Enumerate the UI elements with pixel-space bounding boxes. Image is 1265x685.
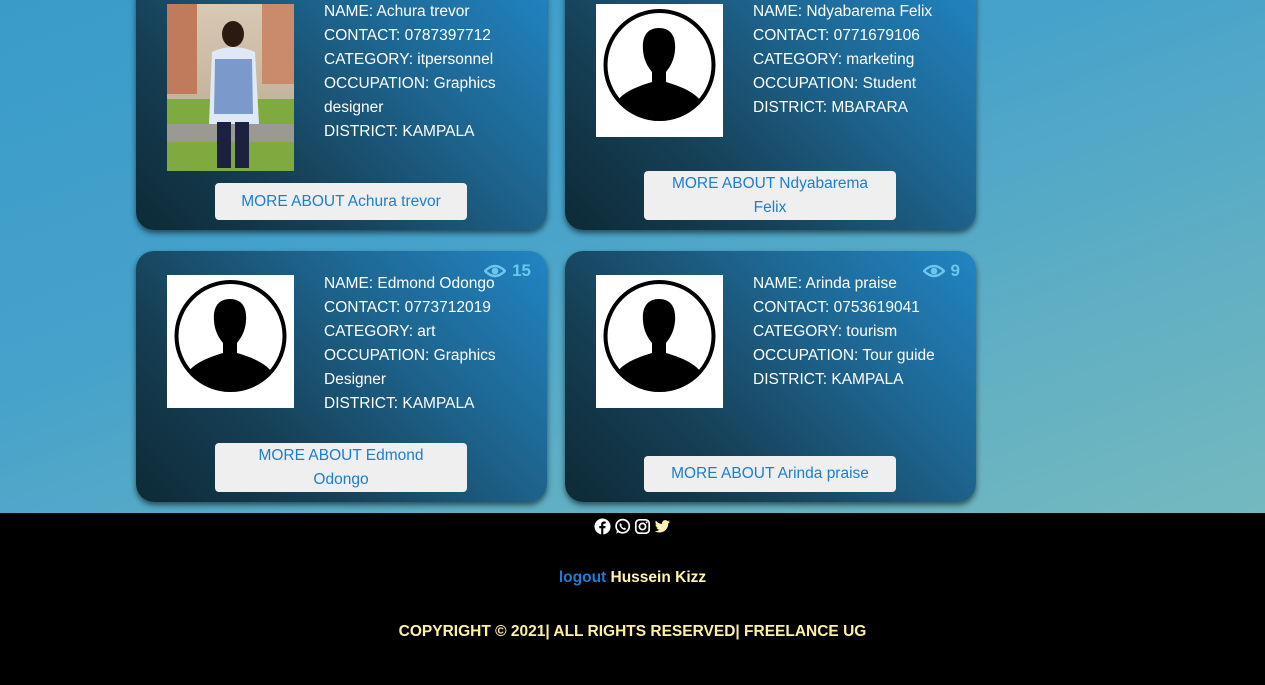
profile-card: 5 NAME: Achura trevor CONTACT: 078739771…	[136, 0, 547, 230]
profiles-section: 5 NAME: Achura trevor CONTACT: 078739771…	[0, 0, 1265, 513]
avatar-placeholder-icon	[596, 4, 723, 137]
profile-name: NAME: Arinda praise	[753, 275, 897, 292]
profile-occupation: OCCUPATION: Graphics designer	[324, 75, 496, 116]
logout-link[interactable]: logout	[559, 569, 606, 586]
profile-category: CATEGORY: art	[324, 323, 436, 340]
profile-district: DISTRICT: KAMPALA	[324, 395, 475, 412]
whatsapp-icon[interactable]	[614, 518, 631, 535]
copyright-text: COPYRIGHT © 2021| ALL RIGHTS RESERVED| F…	[398, 623, 867, 640]
profile-info: NAME: Achura trevor CONTACT: 0787397712 …	[324, 0, 539, 144]
profile-occupation: OCCUPATION: Student	[753, 75, 917, 92]
profile-district: DISTRICT: MBARARA	[753, 99, 909, 116]
profile-contact: CONTACT: 0787397712	[324, 27, 491, 44]
more-about-button[interactable]: MORE ABOUT Achura trevor	[215, 183, 467, 220]
profile-info: NAME: Ndyabarema Felix CONTACT: 07716791…	[753, 0, 968, 120]
profile-category: CATEGORY: itpersonnel	[324, 51, 494, 68]
site-footer: logout Hussein Kizz COPYRIGHT © 2021| AL…	[0, 513, 1265, 685]
profile-photo	[596, 4, 723, 137]
avatar-placeholder-icon	[167, 275, 294, 408]
twitter-icon[interactable]	[654, 518, 671, 535]
instagram-icon[interactable]	[634, 518, 651, 535]
profile-name: NAME: Edmond Odongo	[324, 275, 495, 292]
profile-contact: CONTACT: 0771679106	[753, 27, 920, 44]
profile-photo	[167, 275, 294, 408]
profile-occupation: OCCUPATION: Graphics Designer	[324, 347, 496, 388]
more-about-button[interactable]: MORE ABOUT Arinda praise	[644, 456, 896, 492]
profile-name: NAME: Achura trevor	[324, 3, 470, 20]
user-line: logout Hussein Kizz	[0, 569, 1265, 587]
profile-photo	[596, 275, 723, 408]
person-photo-image	[167, 4, 294, 171]
profile-category: CATEGORY: tourism	[753, 323, 898, 340]
profile-info: NAME: Arinda praise CONTACT: 0753619041 …	[753, 272, 968, 392]
more-about-button[interactable]: MORE ABOUT Ndyabarema Felix	[644, 171, 896, 220]
profile-card: 15 NAME: Edmond Odongo CONTACT: 07737120…	[136, 251, 547, 502]
profile-card: 20 NAME: Ndyabarema Felix CONTACT: 07716…	[565, 0, 976, 230]
profile-card: 9 NAME: Arinda praise CONTACT: 075361904…	[565, 251, 976, 502]
social-links	[0, 518, 1265, 535]
profile-contact: CONTACT: 0773712019	[324, 299, 491, 316]
facebook-icon[interactable]	[594, 518, 611, 535]
username: Hussein Kizz	[610, 569, 707, 586]
profile-district: DISTRICT: KAMPALA	[324, 123, 475, 140]
profile-photo	[167, 4, 294, 171]
profile-district: DISTRICT: KAMPALA	[753, 371, 904, 388]
more-about-button[interactable]: MORE ABOUT Edmond Odongo	[215, 443, 467, 492]
profile-name: NAME: Ndyabarema Felix	[753, 3, 933, 20]
profile-occupation: OCCUPATION: Tour guide	[753, 347, 935, 364]
avatar-placeholder-icon	[596, 275, 723, 408]
profile-contact: CONTACT: 0753619041	[753, 299, 920, 316]
profile-category: CATEGORY: marketing	[753, 51, 915, 68]
profile-info: NAME: Edmond Odongo CONTACT: 0773712019 …	[324, 272, 539, 416]
